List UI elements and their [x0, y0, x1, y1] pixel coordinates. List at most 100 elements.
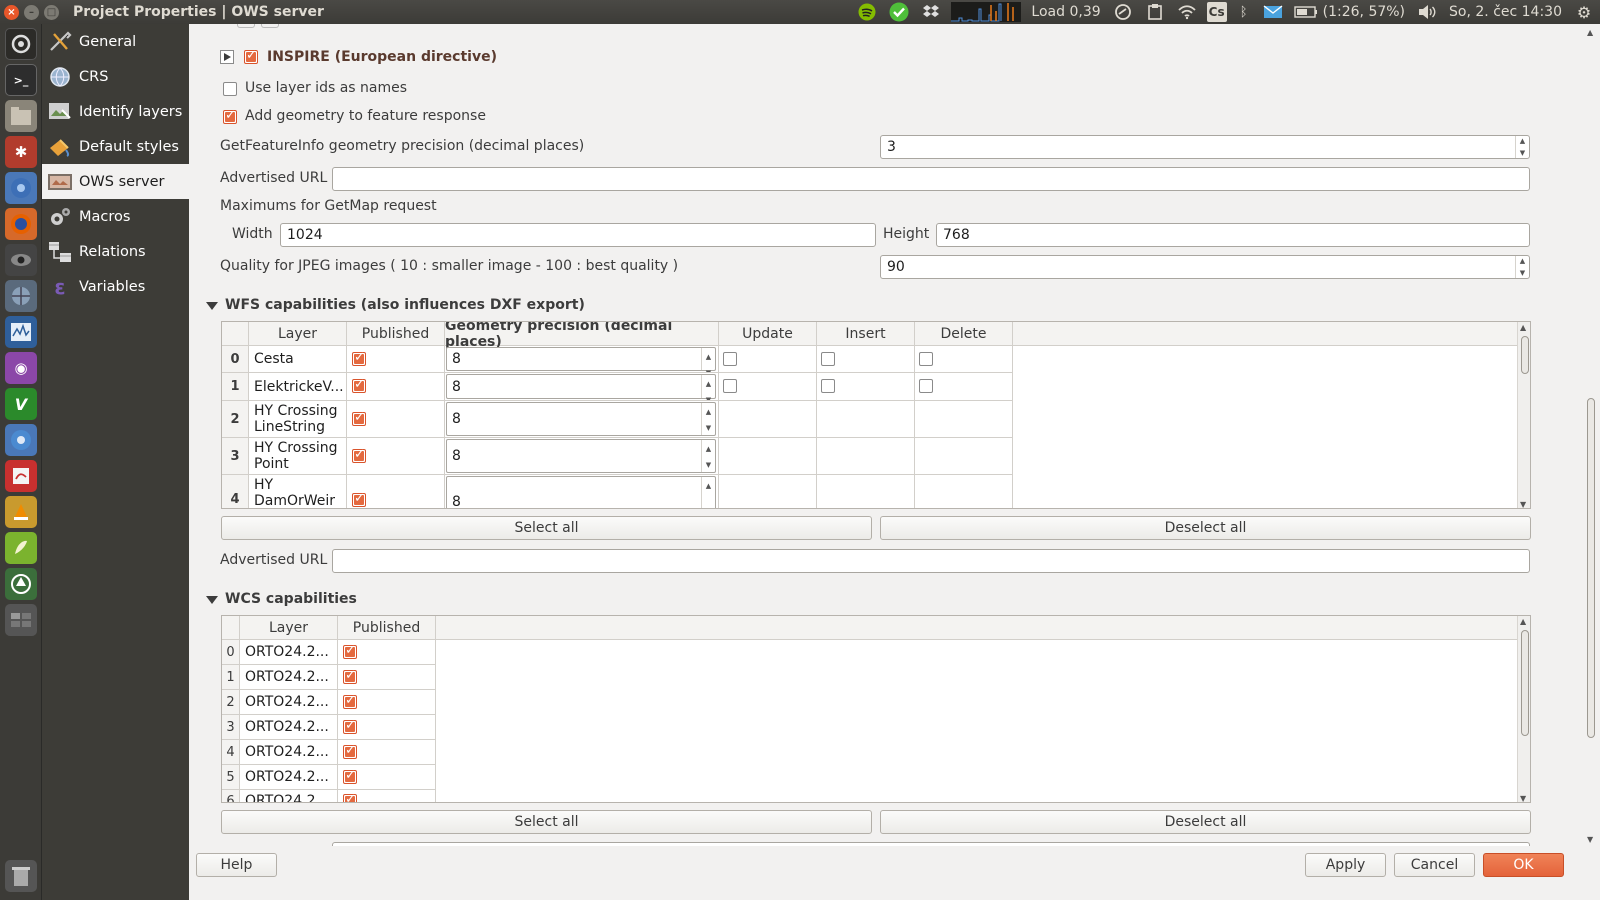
add-geometry-checkbox[interactable]: [223, 108, 237, 124]
pidgin-icon[interactable]: ◉: [5, 352, 37, 384]
published-checkbox[interactable]: [343, 643, 357, 659]
precision-spinbox[interactable]: 8 ▲ ▼: [446, 402, 716, 436]
dropbox-icon[interactable]: [919, 2, 943, 22]
window-maximize-button[interactable]: □: [44, 4, 59, 20]
row-header[interactable]: 4: [222, 740, 240, 765]
clock[interactable]: So, 2. čec 14:30: [1449, 4, 1562, 20]
battery-icon[interactable]: [1293, 2, 1319, 22]
network-icon[interactable]: [5, 280, 37, 312]
bluetooth-icon[interactable]: ᛒ: [1235, 2, 1253, 22]
spin-buttons[interactable]: ▲: [701, 477, 715, 508]
use-layer-ids-checkbox[interactable]: [223, 82, 237, 96]
wfs-collapse-arrow-icon[interactable]: [206, 302, 218, 310]
wcs-deselect-all-button[interactable]: Deselect all: [880, 810, 1531, 834]
published-checkbox[interactable]: [352, 410, 366, 426]
published-checkbox[interactable]: [343, 743, 357, 759]
inspire-checkbox[interactable]: [244, 48, 258, 64]
spin-up-icon[interactable]: ▲: [706, 441, 711, 457]
precision-spinbox[interactable]: 8 ▲: [446, 476, 716, 508]
volume-icon[interactable]: [1415, 2, 1439, 22]
published-checkbox[interactable]: [343, 668, 357, 684]
scroll-up-icon[interactable]: ▲: [1520, 617, 1526, 626]
scroll-up-icon[interactable]: ▲: [1520, 323, 1526, 332]
spotify-icon[interactable]: [855, 2, 879, 22]
wfs-section-title[interactable]: WFS capabilities (also influences DXF ex…: [225, 297, 585, 313]
vim-icon[interactable]: V: [5, 388, 37, 420]
nav-item-general[interactable]: General: [42, 24, 189, 59]
row-header[interactable]: 0: [222, 346, 249, 373]
help-button[interactable]: Help: [196, 853, 277, 877]
scroll-down-icon[interactable]: ▼: [1520, 794, 1526, 802]
spin-down-icon[interactable]: ▼: [706, 420, 711, 436]
scrollbar-thumb[interactable]: [1521, 336, 1529, 374]
spin-up-icon[interactable]: ▲: [706, 404, 711, 420]
table-cell-layer[interactable]: ORTO24.2...: [240, 690, 338, 715]
update-checkbox[interactable]: [723, 352, 737, 366]
row-header[interactable]: 1: [222, 665, 240, 690]
clipboard-icon[interactable]: [1143, 2, 1167, 22]
table-cell-layer[interactable]: HY DamOrWeir: [249, 475, 347, 508]
column-header-geometry-precision[interactable]: Geometry precision (decimal places): [445, 322, 719, 350]
window-close-button[interactable]: ×: [4, 4, 19, 20]
spin-down-icon[interactable]: ▼: [706, 392, 711, 400]
row-header[interactable]: 2: [222, 690, 240, 715]
precision-spinbox[interactable]: 8 ▲ ▼: [446, 439, 716, 473]
updates-icon[interactable]: [1111, 2, 1135, 22]
spin-buttons[interactable]: ▲ ▼: [701, 375, 715, 400]
table-cell-layer[interactable]: ElektrickeV...: [249, 373, 347, 401]
scrollbar-thumb[interactable]: [1521, 630, 1529, 736]
table-cell-layer[interactable]: Cesta: [249, 346, 347, 373]
published-checkbox[interactable]: [352, 491, 366, 507]
spin-up-icon[interactable]: ▲: [1520, 137, 1525, 145]
main-scrollbar[interactable]: ▲ ▼: [1585, 28, 1597, 844]
table-cell-layer[interactable]: ORTO24.2...: [240, 665, 338, 690]
published-checkbox[interactable]: [352, 350, 366, 366]
window-minimize-button[interactable]: –: [24, 4, 39, 20]
delete-checkbox[interactable]: [919, 379, 933, 393]
nav-item-identify-layers[interactable]: Identify layers: [42, 94, 189, 129]
row-header[interactable]: 5: [222, 765, 240, 790]
inspire-expand-toggle[interactable]: [220, 50, 234, 64]
nav-item-ows-server[interactable]: OWS server: [42, 164, 189, 199]
nav-item-crs[interactable]: CRS: [42, 59, 189, 94]
row-header[interactable]: 2: [222, 401, 249, 438]
spin-up-icon[interactable]: ▲: [706, 349, 711, 365]
table-cell-layer[interactable]: ORTO24.2...: [240, 790, 338, 802]
published-checkbox[interactable]: [352, 447, 366, 463]
scroll-down-icon[interactable]: ▼: [1587, 835, 1593, 844]
spin-buttons[interactable]: ▲ ▼: [701, 440, 715, 472]
row-header[interactable]: 6: [222, 790, 240, 802]
spin-buttons[interactable]: ▲ ▼: [701, 348, 715, 372]
table-cell-layer[interactable]: HY Crossing LineString: [249, 401, 347, 438]
trash-icon[interactable]: [5, 860, 37, 892]
spin-down-icon[interactable]: ▼: [1520, 149, 1525, 157]
spin-down-icon[interactable]: ▼: [706, 365, 711, 372]
getmap-height-input[interactable]: 768: [936, 223, 1530, 247]
workspace-icon[interactable]: [5, 604, 37, 636]
update-checkbox[interactable]: [723, 379, 737, 393]
precision-spinbox[interactable]: 8 ▲ ▼: [446, 347, 716, 372]
jpeg-quality-spinbox[interactable]: 90 ▲ ▼: [880, 255, 1530, 279]
column-header-published[interactable]: Published: [347, 322, 445, 346]
nav-item-variables[interactable]: ε Variables: [42, 269, 189, 304]
table-cell-layer[interactable]: HY Crossing Point: [249, 438, 347, 475]
published-checkbox[interactable]: [352, 377, 366, 393]
published-checkbox[interactable]: [343, 693, 357, 709]
spin-buttons[interactable]: ▲ ▼: [1515, 256, 1529, 278]
published-checkbox[interactable]: [343, 768, 357, 784]
row-header[interactable]: 3: [222, 438, 249, 475]
table-cell-layer[interactable]: ORTO24.2...: [240, 765, 338, 790]
precision-spinbox[interactable]: 8 ▲ ▼: [446, 374, 716, 400]
insert-checkbox[interactable]: [821, 379, 835, 393]
table-cell-layer[interactable]: ORTO24.2...: [240, 715, 338, 740]
wfs-table-scrollbar[interactable]: ▲ ▼: [1517, 322, 1530, 508]
nav-item-relations[interactable]: Relations: [42, 234, 189, 269]
table-cell-layer[interactable]: ORTO24.2...: [240, 640, 338, 665]
spin-buttons[interactable]: ▲ ▼: [1515, 136, 1529, 158]
published-checkbox[interactable]: [343, 718, 357, 734]
insert-checkbox[interactable]: [821, 352, 835, 366]
ok-button[interactable]: OK: [1483, 853, 1564, 877]
session-gear-icon[interactable]: ⚙: [1572, 2, 1596, 22]
spin-up-icon[interactable]: ▲: [1520, 257, 1525, 265]
row-header[interactable]: 1: [222, 373, 249, 401]
